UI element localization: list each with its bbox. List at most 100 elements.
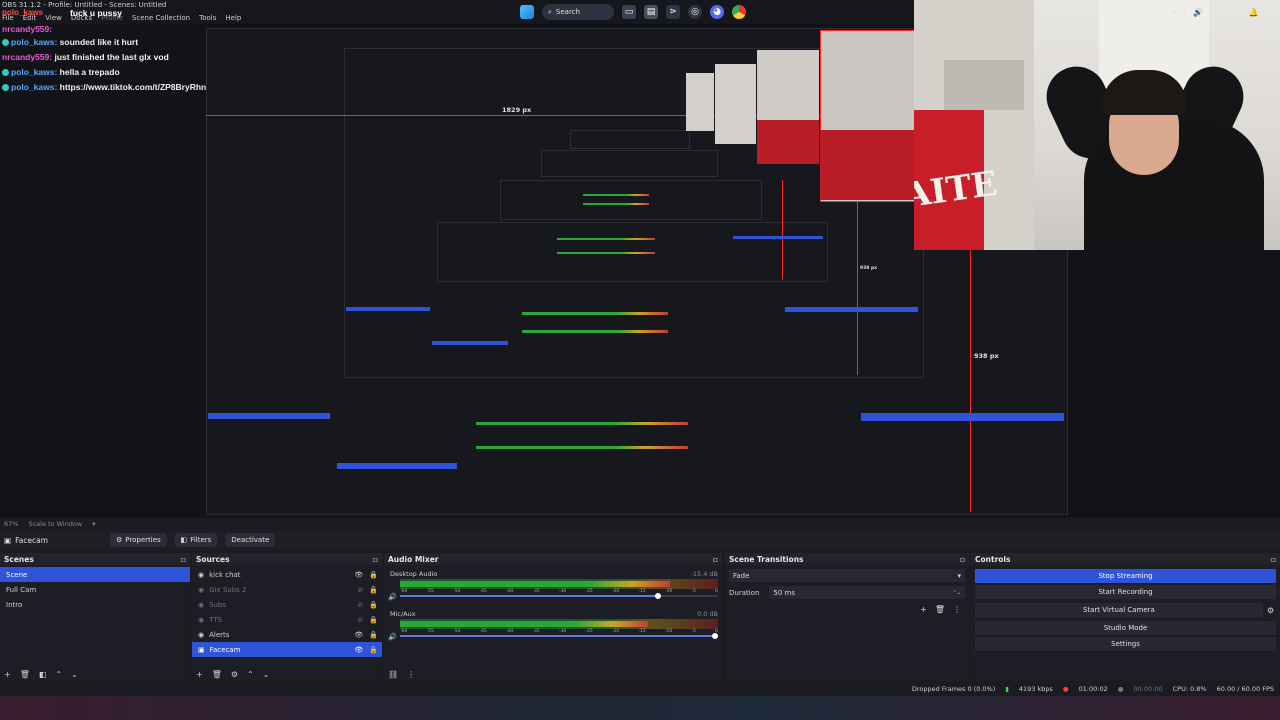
duration-value: 50 ms <box>773 588 796 597</box>
chevron-up-icon[interactable]: ⌃ <box>55 670 62 679</box>
volume-slider[interactable] <box>400 633 718 639</box>
scale-tick: -45 <box>479 629 487 634</box>
scale-dropdown-icon[interactable]: ▾ <box>92 520 95 528</box>
task-view-icon[interactable]: ▭ <box>622 5 636 19</box>
chevron-down-icon[interactable]: ⌄ <box>71 670 78 679</box>
source-item[interactable]: ◉ Alerts 👁 🔒 <box>192 627 382 642</box>
eye-off-icon[interactable]: ⊘ <box>357 601 363 609</box>
nested-highlight <box>861 413 1064 421</box>
notifications-icon[interactable]: 🔔 <box>1248 8 1258 17</box>
mixer-channels: Desktop Audio -15.4 dB -60 -55 -50 -45 -40 -3… <box>384 567 722 665</box>
taskbar-search[interactable]: ⌕ Search <box>542 4 614 20</box>
start-virtual-camera-button[interactable]: Start Virtual Camera <box>975 603 1263 617</box>
chevron-down-icon[interactable]: ⌄ <box>263 670 270 679</box>
preview-controls: 67% Scale to Window ▾ <box>0 518 1280 530</box>
lock-icon[interactable]: 🔒 <box>369 586 378 594</box>
slider-knob[interactable] <box>654 593 661 599</box>
network-icon: ▮ <box>1005 685 1009 693</box>
speaker-icon[interactable]: 🔊 <box>388 593 397 601</box>
clock-date: 8/19/2025 <box>1209 12 1243 20</box>
lock-icon[interactable]: 🔒 <box>369 571 378 579</box>
transition-select[interactable]: Fade ▾ <box>729 569 965 582</box>
more-icon[interactable]: ⋮ <box>407 670 415 679</box>
eye-icon[interactable]: 👁 <box>354 631 363 639</box>
scale-tick: 0 <box>714 589 718 594</box>
link-icon[interactable]: ⛓ <box>388 670 398 679</box>
gear-icon[interactable]: ⚙ <box>1267 606 1274 615</box>
filter-icon[interactable]: ◧ <box>39 670 47 679</box>
eye-off-icon[interactable]: ⊘ <box>357 616 363 624</box>
slider-fill <box>400 635 718 637</box>
obs-icon[interactable]: ◎ <box>688 5 702 19</box>
clock[interactable]: 10:47 PM 8/19/2025 <box>1209 4 1242 20</box>
undock-icon[interactable]: ▫ <box>960 555 965 564</box>
scene-item[interactable]: Intro <box>0 597 190 612</box>
properties-button[interactable]: ⚙ Properties <box>110 533 167 547</box>
file-explorer-icon[interactable]: ▤ <box>644 5 658 19</box>
volume-slider[interactable] <box>400 593 718 599</box>
deactivate-button[interactable]: Deactivate <box>225 533 276 547</box>
undock-icon[interactable]: ▫ <box>1271 555 1276 564</box>
stop-streaming-button[interactable]: Stop Streaming <box>975 569 1276 583</box>
scale-to-window[interactable]: Scale to Window <box>28 520 82 528</box>
chevron-up-icon[interactable]: ⌃ <box>247 670 254 679</box>
undock-icon[interactable]: ▫ <box>181 555 186 564</box>
add-icon[interactable]: + <box>4 670 11 679</box>
volume-icon[interactable]: 🔊 <box>1193 8 1203 17</box>
source-item[interactable]: ◉ Subs ⊘ 🔒 <box>192 597 382 612</box>
source-item[interactable]: ◉ TTS ⊘ 🔒 <box>192 612 382 627</box>
app-icon[interactable]: ⋗ <box>666 5 680 19</box>
nested-highlight <box>432 341 508 345</box>
undock-icon[interactable]: ▫ <box>713 555 718 564</box>
scenes-list: Scene Full Cam Intro <box>0 567 190 665</box>
windows-start-icon[interactable] <box>520 5 534 19</box>
source-item[interactable]: ◉ Gix Subs 2 ⊘ 🔒 <box>192 582 382 597</box>
scene-label: Full Cam <box>6 585 37 594</box>
wifi-icon[interactable]: ⌇ <box>1183 8 1187 17</box>
eye-off-icon[interactable]: ⊘ <box>357 586 363 594</box>
mixer-footer: ⛓ ⋮ <box>388 670 415 679</box>
scenes-footer: + 🗑 ◧ ⌃ ⌄ <box>4 670 78 679</box>
settings-button[interactable]: Settings <box>975 637 1276 651</box>
add-icon[interactable]: + <box>196 670 203 679</box>
chrome-icon[interactable] <box>732 5 746 19</box>
location-icon[interactable]: ⌖ <box>1173 7 1178 17</box>
lock-icon[interactable]: 🔒 <box>369 646 378 654</box>
scale-tick: -60 <box>400 589 408 594</box>
trash-icon[interactable]: 🗑 <box>212 670 222 679</box>
eye-icon[interactable]: 👁 <box>354 646 363 654</box>
duration-input[interactable]: 50 ms ⌃⌄ <box>769 586 965 599</box>
start-recording-button[interactable]: Start Recording <box>975 585 1276 599</box>
stepper-icon[interactable]: ⌃⌄ <box>953 590 961 596</box>
scale-tick: -35 <box>532 589 540 594</box>
add-icon[interactable]: + <box>920 605 927 614</box>
discord-icon[interactable]: ◕ <box>710 5 724 19</box>
source-item[interactable]: ▣ Facecam 👁 🔒 <box>192 642 382 657</box>
lock-icon[interactable]: 🔒 <box>369 616 378 624</box>
height-measure-label: 938 px <box>860 266 878 271</box>
scene-item[interactable]: Full Cam <box>0 582 190 597</box>
lock-icon[interactable]: 🔒 <box>369 601 378 609</box>
nested-meter <box>557 252 655 254</box>
slider-knob[interactable] <box>712 633 718 639</box>
zoom-level[interactable]: 67% <box>4 520 18 528</box>
chevron-up-icon[interactable]: ⌃ <box>1160 8 1167 17</box>
gear-icon[interactable]: ⚙ <box>231 670 238 679</box>
undock-icon[interactable]: ▫ <box>373 555 378 564</box>
filter-icon: ◧ <box>180 536 188 544</box>
trash-icon[interactable]: 🗑 <box>20 670 30 679</box>
filters-button[interactable]: ◧ Filters <box>174 533 218 547</box>
source-label: Alerts <box>209 630 230 639</box>
status-bar: Dropped Frames 0 (0.0%) ▮ 4193 kbps ● 01… <box>0 683 1280 695</box>
lock-icon[interactable]: 🔒 <box>369 631 378 639</box>
speaker-icon[interactable]: 🔊 <box>388 633 397 641</box>
stream-time: 01:00:02 <box>1078 685 1108 693</box>
more-icon[interactable]: ⋮ <box>953 605 961 614</box>
scene-item[interactable]: Scene <box>0 567 190 582</box>
trash-icon[interactable]: 🗑 <box>935 605 945 614</box>
transition-actions: + 🗑 ⋮ <box>920 605 961 614</box>
eye-icon[interactable]: 👁 <box>354 571 363 579</box>
nested-frame <box>570 130 690 149</box>
studio-mode-button[interactable]: Studio Mode <box>975 621 1276 635</box>
source-item[interactable]: ◉ kick chat 👁 🔒 <box>192 567 382 582</box>
